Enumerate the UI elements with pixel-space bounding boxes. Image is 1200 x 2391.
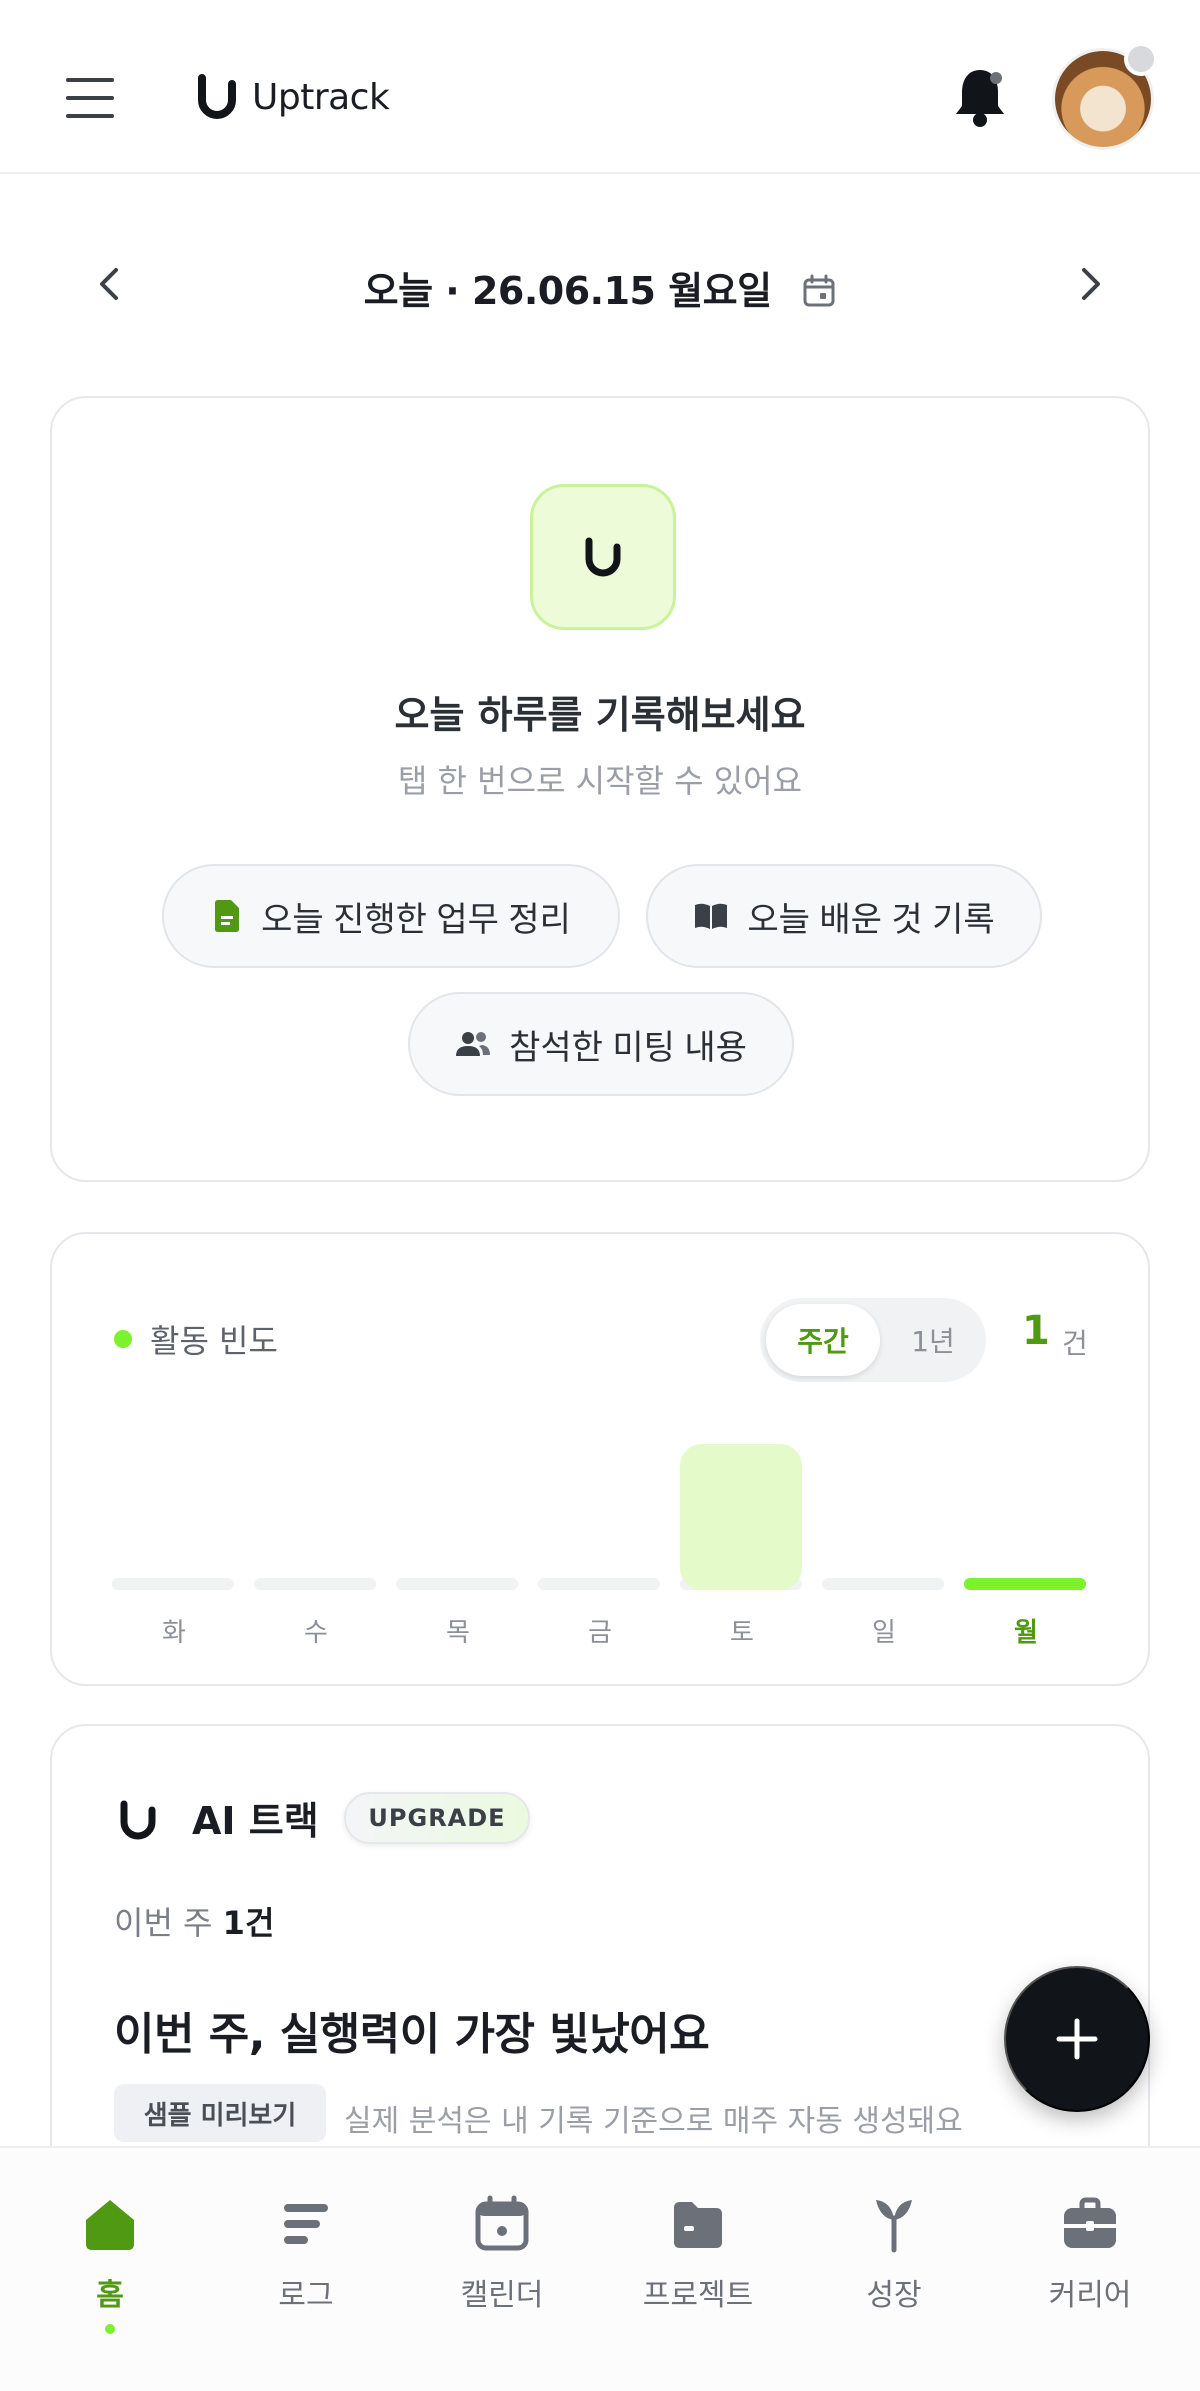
brand-name: Uptrack: [252, 76, 390, 118]
nav-calendar-label: 캘린더: [460, 2278, 544, 2313]
record-subtitle: 탭 한 번으로 시작할 수 있어요: [397, 762, 803, 800]
folder-icon: [674, 2202, 722, 2248]
activity-label: 활동 빈도: [150, 1322, 278, 1360]
record-card: 오늘 하루를 기록해보세요 탭 한 번으로 시작할 수 있어요 오늘 진행한 업…: [50, 396, 1150, 1182]
chart-track-2: [396, 1578, 518, 1590]
toggle-yearly[interactable]: 1년: [886, 1304, 980, 1376]
bottom-navigation: 홈 로그 캘린더 프로젝트 성장 커리어: [0, 2146, 1200, 2391]
record-logo-tile: [530, 484, 676, 630]
chip-work-summary-label: 오늘 진행한 업무 정리: [261, 900, 571, 939]
chart-track-1: [254, 1578, 376, 1590]
ai-headline: 이번 주, 실행력이 가장 빛났어요: [114, 2009, 710, 2060]
chart-day-label-3: 금: [588, 1618, 612, 1648]
chart-day-label-0: 화: [162, 1618, 186, 1648]
chip-learning-label: 오늘 배운 것 기록: [747, 900, 995, 939]
ai-track-title: AI 트랙: [192, 1799, 319, 1843]
date-navigator: 오늘 · 26.06.15 월요일: [0, 250, 1200, 320]
week-prefix: 이번 주: [114, 1904, 213, 1942]
nav-home-label: 홈: [96, 2278, 124, 2313]
people-icon: [456, 1032, 491, 1056]
date-title-text: 오늘 · 26.06.15 월요일: [363, 269, 772, 313]
chip-work-summary[interactable]: 오늘 진행한 업무 정리: [162, 864, 620, 968]
plus-icon: [1056, 2018, 1098, 2060]
calendar-small-icon[interactable]: [802, 274, 836, 308]
nav-career[interactable]: 커리어: [1000, 2194, 1180, 2344]
top-header: Uptrack: [0, 0, 1200, 174]
chart-track-0: [112, 1578, 234, 1590]
chip-learning[interactable]: 오늘 배운 것 기록: [646, 864, 1042, 968]
bell-icon[interactable]: [952, 66, 1008, 128]
activity-count: 1: [1022, 1308, 1050, 1354]
chart-track-6: [964, 1578, 1086, 1590]
chart-track-3: [538, 1578, 660, 1590]
period-toggle: 주간 1년: [760, 1298, 986, 1382]
activity-count-unit: 건: [1062, 1327, 1088, 1360]
chip-meeting-label: 참석한 미팅 내용: [509, 1028, 747, 1067]
nav-log[interactable]: 로그: [216, 2194, 396, 2344]
chart-day-label-5: 일: [872, 1618, 896, 1648]
date-title[interactable]: 오늘 · 26.06.15 월요일: [0, 260, 1200, 315]
chart-day-label-4: 토: [730, 1618, 754, 1648]
nav-project[interactable]: 프로젝트: [608, 2194, 788, 2344]
uptrack-logo-icon: [198, 74, 236, 119]
brand-logo[interactable]: Uptrack: [194, 74, 390, 120]
chart-bar-4[interactable]: [680, 1444, 802, 1590]
hamburger-icon[interactable]: [66, 78, 114, 118]
nav-log-label: 로그: [278, 2278, 334, 2313]
chevron-right-icon[interactable]: [1070, 264, 1110, 304]
chart-track-5: [822, 1578, 944, 1590]
book-icon: [695, 903, 728, 929]
chip-meeting[interactable]: 참석한 미팅 내용: [408, 992, 794, 1096]
chart-day-label-1: 수: [304, 1618, 328, 1648]
sprout-icon: [876, 2200, 912, 2253]
uptrack-logo-icon: [120, 1800, 156, 1840]
briefcase-icon: [1064, 2197, 1116, 2248]
upgrade-badge[interactable]: UPGRADE: [344, 1792, 530, 1844]
activity-card: 활동 빈도 주간 1년 1 건 화 수 목 금 토 일 월: [50, 1232, 1150, 1686]
activity-indicator-dot: [114, 1330, 132, 1348]
toggle-weekly[interactable]: 주간: [766, 1304, 880, 1376]
week-summary: 이번 주 1건: [114, 1898, 274, 1944]
activity-bar-chart: 화수목금토일월: [112, 1414, 1088, 1648]
nav-active-dot: [105, 2324, 115, 2334]
app-root: Uptrack 오늘 · 26.06.15 월요일 오늘 하루를 기록해보세요 …: [0, 0, 1200, 2391]
sample-preview-tag: 샘플 미리보기: [114, 2084, 326, 2142]
sample-description: 실제 분석은 내 기록 기준으로 매주 자동 생성돼요: [344, 2104, 963, 2139]
avatar-status-dot: [1124, 42, 1158, 76]
log-icon: [284, 2204, 328, 2244]
home-icon: [86, 2200, 134, 2250]
chart-day-label-6: 월: [1014, 1618, 1038, 1648]
week-count: 1건: [222, 1904, 275, 1942]
nav-project-label: 프로젝트: [642, 2278, 754, 2313]
chart-day-label-2: 목: [446, 1618, 470, 1648]
uptrack-logo-icon: [585, 537, 621, 577]
nav-growth[interactable]: 성장: [804, 2194, 984, 2344]
calendar-icon: [475, 2195, 529, 2251]
nav-calendar[interactable]: 캘린더: [412, 2194, 592, 2344]
nav-growth-label: 성장: [866, 2278, 922, 2313]
nav-home[interactable]: 홈: [20, 2194, 200, 2344]
add-record-button[interactable]: [1004, 1966, 1150, 2112]
document-icon: [215, 900, 240, 932]
nav-career-label: 커리어: [1048, 2278, 1132, 2313]
record-title: 오늘 하루를 기록해보세요: [394, 693, 806, 737]
